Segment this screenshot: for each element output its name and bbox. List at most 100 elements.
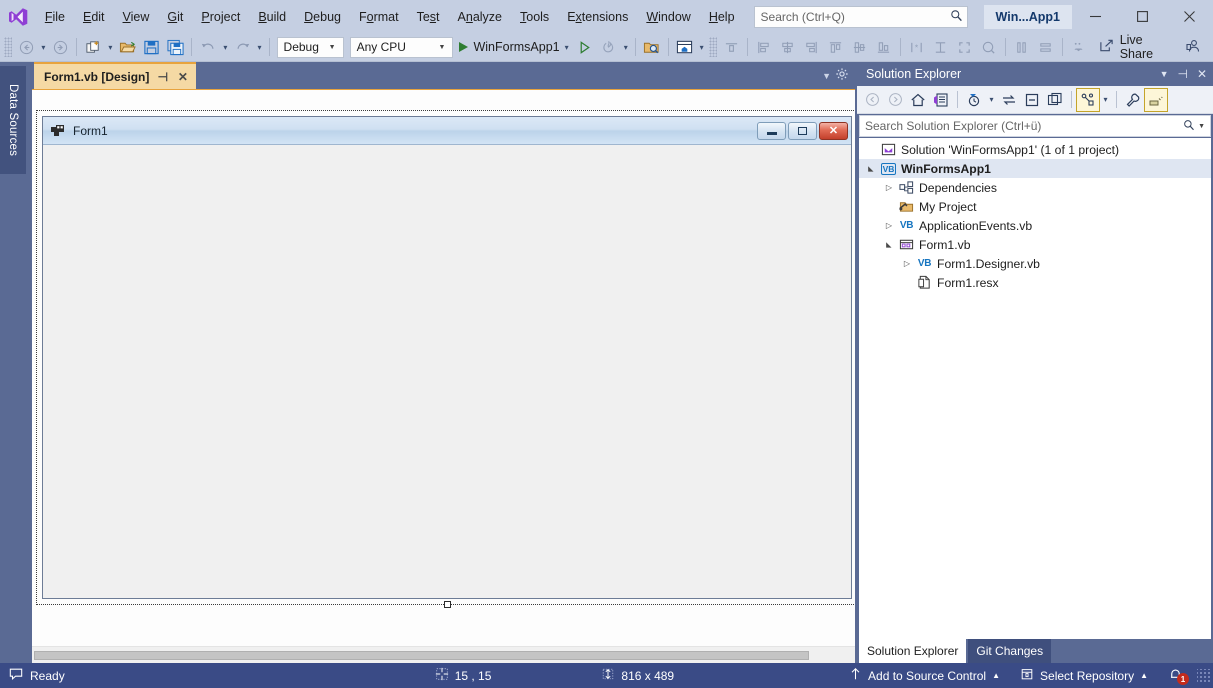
solution-platform-combo[interactable]: Any CPU ▼ — [350, 37, 454, 58]
add-to-source-control-button[interactable]: Add to Source Control ▲ — [839, 663, 1010, 688]
close-icon[interactable]: ✕ — [176, 71, 189, 83]
selection-preview-icon[interactable] — [640, 35, 664, 59]
menu-item-debug[interactable]: Debug — [295, 6, 350, 28]
tab-form1-design[interactable]: Form1.vb [Design] ⊣ ✕ — [34, 62, 196, 89]
form1-window[interactable]: Form1 ✕ — [42, 116, 852, 599]
zoom-icon[interactable] — [977, 35, 1001, 59]
show-all-files-icon[interactable] — [1077, 89, 1099, 111]
pending-changes-filter-icon[interactable] — [963, 89, 985, 111]
live-share-button[interactable]: Live Share — [1091, 35, 1181, 59]
designer-window-icon[interactable] — [673, 35, 697, 59]
forward-icon[interactable] — [884, 89, 906, 111]
close-icon[interactable]: ✕ — [1197, 67, 1207, 81]
form-client-area[interactable] — [43, 145, 851, 598]
menu-item-extensions[interactable]: Extensions — [558, 6, 637, 28]
pending-changes-dropdown[interactable]: ▾ — [986, 89, 997, 111]
chevron-collapsed-icon[interactable]: ▷ — [899, 259, 915, 268]
tree-item[interactable]: ▷Dependencies — [859, 178, 1211, 197]
hot-reload-icon[interactable] — [597, 35, 621, 59]
menu-item-view[interactable]: View — [114, 6, 159, 28]
align-centers-icon[interactable] — [776, 35, 800, 59]
menu-item-analyze[interactable]: Analyze — [449, 6, 511, 28]
chevron-expanded-icon[interactable]: ◢ — [885, 237, 893, 253]
properties-icon[interactable] — [1122, 89, 1144, 111]
toolbar-overflow-icon[interactable] — [1067, 35, 1091, 59]
make-horizontal-spacing-equal-icon[interactable] — [1010, 35, 1034, 59]
tree-item[interactable]: My Project — [859, 197, 1211, 216]
menu-item-test[interactable]: Test — [408, 6, 449, 28]
form-resize-handle-bottom[interactable] — [444, 601, 451, 608]
open-file-icon[interactable] — [115, 35, 139, 59]
tree-item[interactable]: ◢Form1.vb — [859, 235, 1211, 254]
make-same-height-icon[interactable] — [929, 35, 953, 59]
tab-solution-explorer[interactable]: Solution Explorer — [859, 639, 966, 663]
chevron-collapsed-icon[interactable]: ▷ — [881, 183, 897, 192]
hot-reload-dropdown[interactable]: ▾ — [621, 35, 631, 59]
chevron-down-icon[interactable]: ▼ — [1160, 69, 1169, 79]
tree-item[interactable]: ◢VBWinFormsApp1 — [859, 159, 1211, 178]
solution-explorer-search-input[interactable] — [865, 119, 1183, 133]
menu-item-tools[interactable]: Tools — [511, 6, 558, 28]
navigate-back-icon[interactable] — [14, 35, 38, 59]
menu-item-format[interactable]: Format — [350, 6, 408, 28]
align-bottoms-icon[interactable] — [872, 35, 896, 59]
solution-configuration-combo[interactable]: Debug ▼ — [277, 37, 344, 58]
align-rights-icon[interactable] — [800, 35, 824, 59]
notifications-button[interactable]: 1 — [1158, 663, 1197, 688]
chevron-down-icon[interactable]: ▼ — [822, 71, 831, 81]
start-debugging-button[interactable]: WinFormsApp1 ▾ — [456, 35, 572, 59]
global-search-box[interactable] — [754, 6, 968, 28]
preview-selected-items-icon[interactable] — [1145, 89, 1167, 111]
tree-item[interactable]: Solution 'WinFormsApp1' (1 of 1 project) — [859, 140, 1211, 159]
design-surface[interactable]: Form1 ✕ — [32, 90, 855, 646]
navigate-back-dropdown[interactable]: ▾ — [38, 35, 48, 59]
toolbar-grip[interactable] — [709, 37, 717, 57]
switch-views-icon[interactable] — [930, 89, 952, 111]
redo-icon[interactable] — [231, 35, 255, 59]
solution-tree[interactable]: Solution 'WinFormsApp1' (1 of 1 project)… — [859, 138, 1211, 639]
maximize-button[interactable] — [1119, 0, 1166, 33]
menu-item-edit[interactable]: Edit — [74, 6, 114, 28]
tree-item[interactable]: ▷VBForm1.Designer.vb — [859, 254, 1211, 273]
align-middles-icon[interactable] — [848, 35, 872, 59]
show-all-files-dropdown[interactable]: ▾ — [1100, 89, 1111, 111]
solution-explorer-search-box[interactable]: ▼ — [859, 115, 1211, 137]
pin-icon[interactable]: ⊣ — [156, 71, 169, 83]
new-project-icon[interactable] — [81, 35, 105, 59]
align-lefts-icon[interactable] — [752, 35, 776, 59]
undo-icon[interactable] — [196, 35, 220, 59]
designer-horizontal-scrollbar[interactable] — [32, 646, 855, 663]
sync-with-active-document-icon[interactable] — [998, 89, 1020, 111]
form-minimize-button[interactable] — [757, 122, 786, 140]
navigate-forward-icon[interactable] — [48, 35, 72, 59]
close-button[interactable] — [1166, 0, 1213, 33]
toolbar-grip[interactable] — [4, 37, 12, 57]
chevron-expanded-icon[interactable]: ◢ — [867, 161, 875, 177]
properties-window-icon[interactable] — [1044, 89, 1066, 111]
menu-item-window[interactable]: Window — [637, 6, 699, 28]
menu-item-file[interactable]: File — [36, 6, 74, 28]
form-close-button[interactable]: ✕ — [819, 122, 848, 140]
size-to-grid-icon[interactable] — [953, 35, 977, 59]
back-icon[interactable] — [861, 89, 883, 111]
tab-git-changes[interactable]: Git Changes — [968, 639, 1051, 663]
scrollbar-thumb[interactable] — [34, 651, 809, 660]
tree-item[interactable]: ▷VBApplicationEvents.vb — [859, 216, 1211, 235]
global-search-input[interactable] — [761, 10, 950, 24]
start-without-debugging-icon[interactable] — [573, 35, 597, 59]
home-icon[interactable] — [907, 89, 929, 111]
tree-item[interactable]: Form1.resx — [859, 273, 1211, 292]
menu-item-build[interactable]: Build — [249, 6, 295, 28]
collapse-all-icon[interactable] — [1021, 89, 1043, 111]
new-project-dropdown[interactable]: ▾ — [105, 35, 115, 59]
designer-window-dropdown[interactable]: ▾ — [697, 35, 707, 59]
redo-dropdown[interactable]: ▾ — [255, 35, 265, 59]
menu-item-help[interactable]: Help — [700, 6, 744, 28]
select-repository-button[interactable]: Select Repository ▲ — [1010, 663, 1158, 688]
make-same-width-icon[interactable]: * — [905, 35, 929, 59]
chevron-collapsed-icon[interactable]: ▷ — [881, 221, 897, 230]
save-icon[interactable] — [139, 35, 163, 59]
window-resize-grip[interactable] — [1197, 669, 1211, 683]
search-options-dropdown[interactable]: ▼ — [1195, 123, 1208, 130]
gear-icon[interactable] — [835, 67, 849, 84]
